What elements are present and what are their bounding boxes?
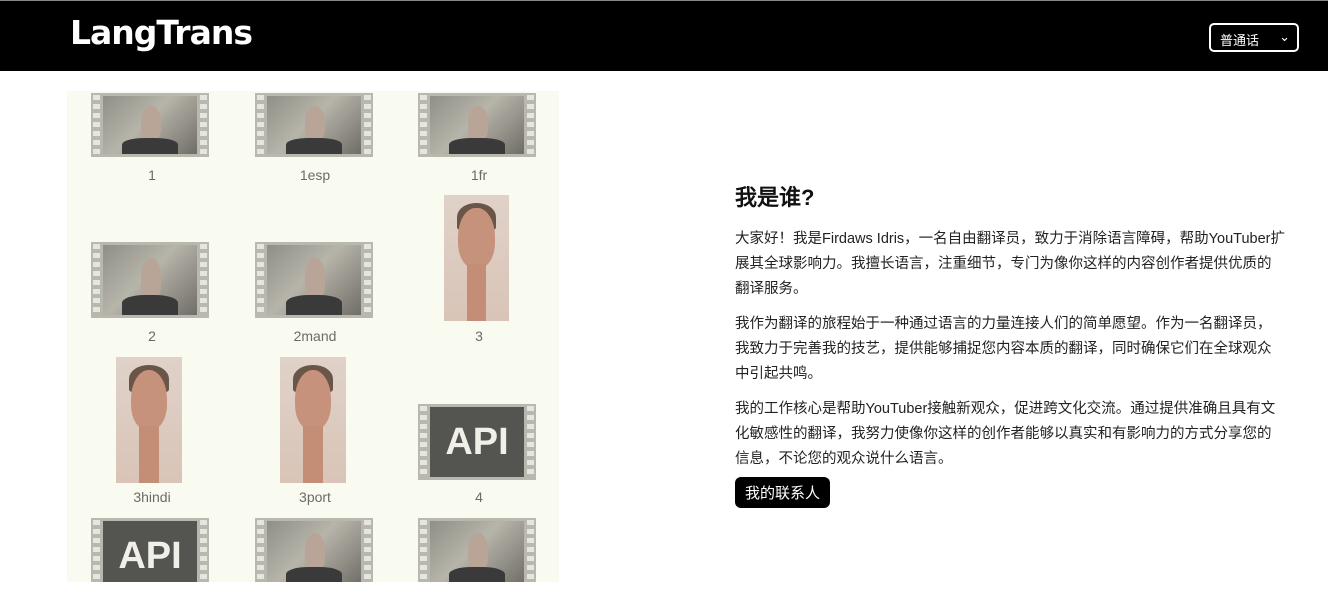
- video-thumbnail: [418, 93, 536, 157]
- thumbnail-caption: 4: [475, 489, 483, 505]
- about-title: 我是谁?: [735, 185, 815, 210]
- video-thumbnail: [255, 93, 373, 157]
- thumbnail-caption: 3: [475, 328, 483, 344]
- thumbnail-caption: 2mand: [293, 328, 337, 344]
- navbar: LangTrans 普通话 ⌄: [0, 0, 1328, 71]
- video-thumbnail: [91, 93, 209, 157]
- video-thumbnail: [418, 518, 536, 582]
- thumbnail-caption: 2: [148, 328, 156, 344]
- portrait-thumbnail: [444, 195, 509, 321]
- about-paragraph: 我作为翻译的旅程始于一种通过语言的力量连接人们的简单愿望。作为一名翻译员，我致力…: [735, 316, 1272, 382]
- about-paragraph: 我的工作核心是帮助YouTuber接触新观众，促进跨文化交流。通过提供准确且具有…: [735, 401, 1276, 467]
- logo[interactable]: LangTrans: [70, 13, 253, 52]
- thumbnail-caption: 3hindi: [133, 489, 171, 505]
- contact-button[interactable]: 我的联系人: [735, 477, 831, 508]
- video-thumbnail: [255, 518, 373, 582]
- chevron-down-icon: ⌄: [1279, 29, 1290, 44]
- about-paragraph: 大家好！我是Firdaws Idris，一名自由翻译员，致力于消除语言障碍，帮助…: [735, 231, 1285, 297]
- api-thumbnail: API: [418, 404, 536, 480]
- language-select[interactable]: 普通话 ⌄: [1209, 23, 1299, 52]
- about-section: 我是谁? 大家好！我是Firdaws Idris，一名自由翻译员，致力于消除语言…: [735, 180, 1285, 508]
- portrait-thumbnail: [116, 357, 182, 483]
- video-thumbnail: [255, 242, 373, 318]
- video-thumbnail: [91, 242, 209, 318]
- api-thumbnail: API: [91, 518, 209, 582]
- thumbnail-caption: 1: [148, 167, 156, 183]
- thumbnail-caption: 1esp: [299, 167, 331, 183]
- thumbnail-caption: 3port: [299, 489, 331, 505]
- thumbnail-caption: 1fr: [470, 167, 488, 183]
- language-select-value: 普通话: [1220, 33, 1260, 48]
- portrait-thumbnail: [280, 357, 346, 483]
- gallery-image: 1 1esp 1fr 2 2mand 3 3hindi 3port API 4 …: [67, 91, 559, 582]
